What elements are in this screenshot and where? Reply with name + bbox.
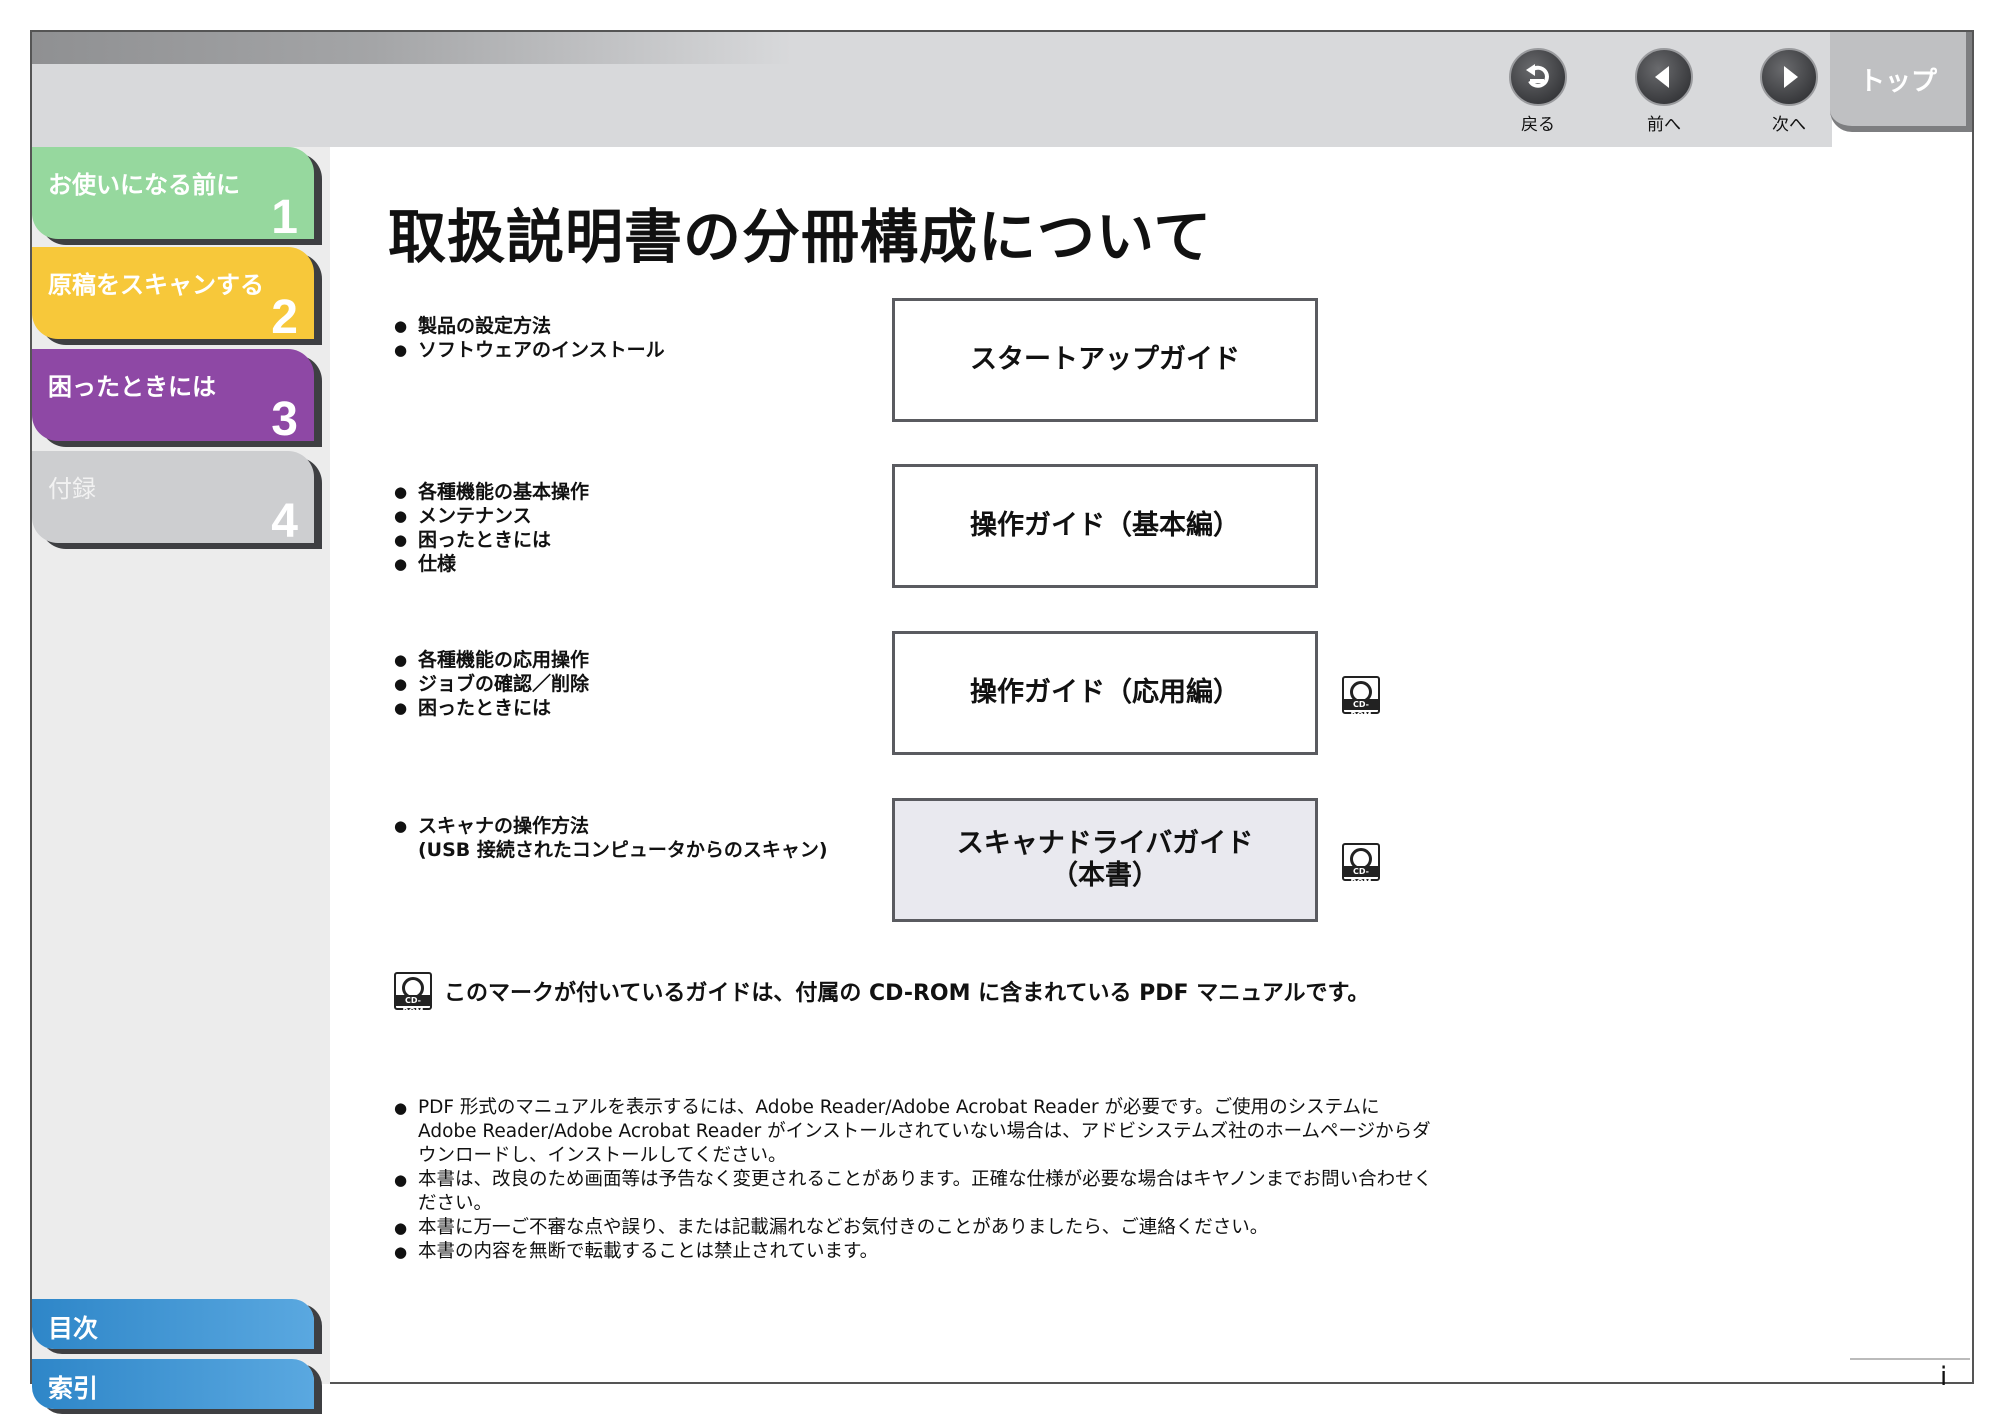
- contents-label: 目次: [48, 1314, 99, 1343]
- list-item: ソフトウェアのインストール: [394, 338, 665, 362]
- chapter-3-tab[interactable]: 困ったときには 3: [32, 349, 314, 446]
- top-tab[interactable]: トップ: [1830, 32, 1972, 132]
- top-tab-label: トップ: [1858, 66, 1937, 97]
- list-item: 各種機能の基本操作: [394, 480, 589, 504]
- guide-4-name: スキャナドライバガイド: [956, 828, 1254, 859]
- cd-rom-icon: CD-ROM: [394, 972, 432, 1016]
- chapter-2-tab[interactable]: 原稿をスキャンする 2: [32, 247, 314, 344]
- page-frame: 戻る 前へ 次へ トップ お使いになる前に 1 原稿をスキャンする 2 困ったと…: [30, 30, 1974, 1409]
- toolbar-gradient: [32, 32, 792, 64]
- cd-rom-icon-label: CD-ROM: [396, 995, 430, 1016]
- list-item: 本書は、改良のため画面等は予告なく変更されることがあります。正確な仕様が必要な場…: [394, 1168, 1434, 1216]
- basic-guide-link[interactable]: 操作ガイド（基本編）: [892, 464, 1318, 588]
- back-label: 戻る: [1521, 115, 1555, 135]
- next-label: 次へ: [1772, 115, 1806, 135]
- next-button[interactable]: 次へ: [1754, 48, 1824, 135]
- prev-button[interactable]: 前へ: [1629, 48, 1699, 135]
- chapter-3-number: 3: [271, 393, 298, 446]
- list-item: 各種機能の応用操作: [394, 648, 589, 672]
- scanner-driver-guide-link[interactable]: スキャナドライバガイド （本書）: [892, 798, 1318, 922]
- guide-4-name-sub: （本書）: [1051, 860, 1159, 891]
- cd-rom-icon: CD-ROM: [1342, 676, 1380, 720]
- chapter-3-title: 困ったときには: [48, 373, 216, 401]
- advanced-guide-link[interactable]: 操作ガイド（応用編）: [892, 631, 1318, 755]
- guide-3-name: 操作ガイド（応用編）: [970, 677, 1240, 708]
- chapter-1-tab[interactable]: お使いになる前に 1: [32, 147, 314, 244]
- chapter-4-title: 付録: [48, 475, 96, 503]
- chapter-1-number: 1: [271, 191, 298, 244]
- cd-rom-icon-label: CD-ROM: [1344, 699, 1378, 720]
- list-item: (USB 接続されたコンピュータからのスキャン): [418, 839, 828, 861]
- page-title: 取扱説明書の分冊構成について: [388, 203, 1213, 271]
- list-item: 仕様: [394, 552, 589, 576]
- cd-rom-icon-label: CD-ROM: [1344, 866, 1378, 887]
- guide-3-topics: 各種機能の応用操作 ジョブの確認／削除 困ったときには: [394, 648, 589, 720]
- guide-1-name: スタートアップガイド: [970, 344, 1240, 375]
- page-number: i: [1940, 1362, 1948, 1392]
- list-item: スキャナの操作方法: [394, 814, 828, 838]
- chapter-1-title: お使いになる前に: [48, 171, 240, 199]
- list-item: 本書に万一ご不審な点や誤り、または記載漏れなどお気付きのことがありましたら、ご連…: [394, 1216, 1434, 1240]
- list-item: 製品の設定方法: [394, 314, 665, 338]
- guide-1-topics: 製品の設定方法 ソフトウェアのインストール: [394, 314, 665, 362]
- next-icon: [1760, 48, 1818, 106]
- back-button[interactable]: 戻る: [1503, 48, 1573, 135]
- guide-2-topics: 各種機能の基本操作 メンテナンス 困ったときには 仕様: [394, 480, 589, 576]
- sidebar: お使いになる前に 1 原稿をスキャンする 2 困ったときには 3 付録 4 目次…: [32, 147, 330, 1409]
- back-icon: [1509, 48, 1567, 106]
- footnotes: PDF 形式のマニュアルを表示するには、Adobe Reader/Adobe A…: [394, 1096, 1434, 1264]
- list-item: メンテナンス: [394, 504, 589, 528]
- chapter-2-number: 2: [271, 291, 298, 344]
- page-number-rule: [1850, 1358, 1970, 1360]
- cd-rom-note: CD-ROM このマークが付いているガイドは、付属の CD-ROM に含まれてい…: [394, 972, 1370, 1016]
- chapter-4-tab[interactable]: 付録 4: [32, 451, 314, 548]
- cd-rom-icon: CD-ROM: [1342, 843, 1380, 887]
- contents-button[interactable]: 目次: [32, 1299, 314, 1349]
- prev-label: 前へ: [1647, 115, 1681, 135]
- prev-icon: [1635, 48, 1693, 106]
- chapter-4-number: 4: [271, 495, 298, 548]
- list-item: 困ったときには: [394, 696, 589, 720]
- top-toolbar: 戻る 前へ 次へ: [32, 32, 1832, 147]
- list-item: PDF 形式のマニュアルを表示するには、Adobe Reader/Adobe A…: [394, 1096, 1434, 1168]
- guide-4-topics: スキャナの操作方法 (USB 接続されたコンピュータからのスキャン): [394, 814, 828, 862]
- list-item: ジョブの確認／削除: [394, 672, 589, 696]
- cd-rom-note-text: このマークが付いているガイドは、付属の CD-ROM に含まれている PDF マ…: [444, 981, 1370, 1006]
- chapter-2-title: 原稿をスキャンする: [48, 271, 264, 299]
- index-button[interactable]: 索引: [32, 1359, 314, 1409]
- list-item: 困ったときには: [394, 528, 589, 552]
- index-label: 索引: [48, 1374, 99, 1403]
- guide-2-name: 操作ガイド（基本編）: [970, 510, 1240, 541]
- list-item: 本書の内容を無断で転載することは禁止されています。: [394, 1240, 1434, 1264]
- startup-guide-link[interactable]: スタートアップガイド: [892, 298, 1318, 422]
